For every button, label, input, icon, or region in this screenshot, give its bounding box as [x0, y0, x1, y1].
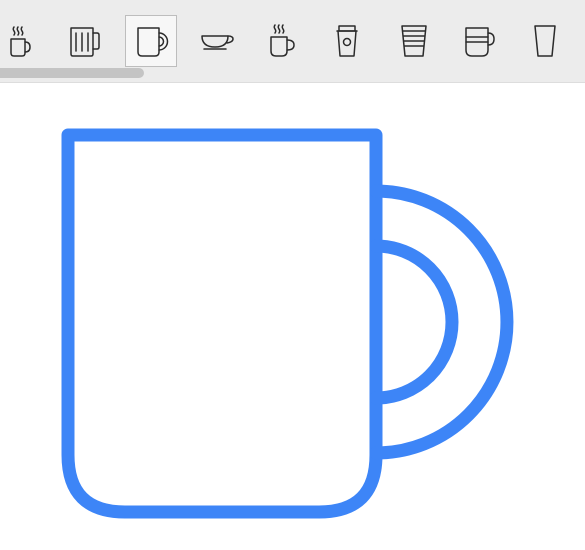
tool-teacup[interactable] — [191, 15, 243, 67]
mug-outer-handle — [369, 184, 514, 460]
toolbar-scrollbar-thumb[interactable] — [0, 68, 144, 78]
tool-beer-stein[interactable] — [59, 15, 111, 67]
tool-takeaway-cup[interactable] — [321, 15, 373, 67]
toolbar-scrollbar[interactable] — [0, 66, 585, 80]
takeaway-cup-icon — [336, 25, 358, 57]
mug-body — [61, 128, 383, 519]
preview-canvas — [0, 83, 585, 550]
teacup-saucer-icon — [201, 35, 234, 50]
tool-striped-cup[interactable] — [388, 15, 440, 67]
tool-mug[interactable] — [125, 15, 177, 67]
glass-icon — [534, 25, 556, 57]
steaming-cup-icon — [270, 24, 295, 57]
banded-mug-icon — [465, 27, 495, 57]
steaming-mug-icon — [10, 26, 31, 57]
icon-toolbar — [0, 0, 585, 83]
mug-icon — [61, 128, 514, 519]
tool-glass[interactable] — [519, 15, 571, 67]
tool-steaming-cup[interactable] — [256, 15, 308, 67]
tool-banded-mug[interactable] — [454, 15, 506, 67]
striped-cup-icon — [401, 25, 427, 57]
tool-steaming-mug[interactable] — [0, 15, 44, 67]
mug-inner-handle — [369, 239, 459, 405]
beer-stein-icon — [70, 27, 100, 57]
mug-icon — [137, 27, 169, 57]
